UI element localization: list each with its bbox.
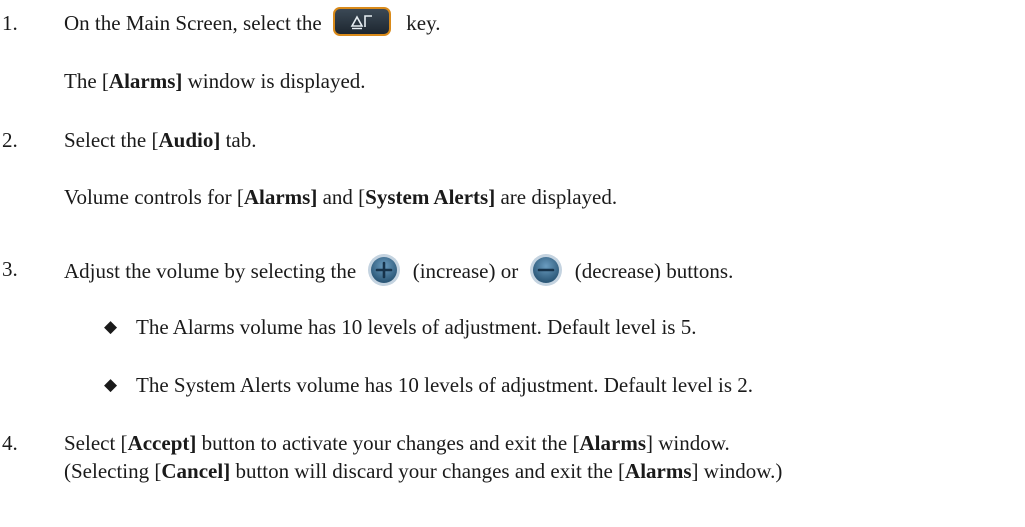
accept-button-label: Accept] (127, 431, 197, 455)
step-2-number: 2. (2, 128, 18, 152)
system-alerts-label: System Alerts] (365, 185, 496, 209)
bullet-system-alerts-volume: The System Alerts volume has 10 levels o… (136, 373, 754, 397)
step-3-number: 3. (2, 257, 18, 281)
bullet-alarms-volume: The Alarms volume has 10 levels of adjus… (136, 315, 697, 339)
step-2-result: Volume controls for [Alarms] and [System… (64, 185, 618, 209)
step-2-text: Select the [Audio] tab. (64, 128, 257, 152)
step-4-line-1: Select [Accept] button to activate your … (64, 431, 730, 455)
alarms-label: Alarms] (243, 185, 318, 209)
bullet-diamond-icon: ◆ (104, 317, 118, 336)
step-1-after-icon: key. (406, 11, 441, 35)
cancel-button-label: Cancel] (161, 459, 231, 483)
step-3-text: Adjust the volume by selecting the (incr… (64, 253, 733, 290)
step-1-number: 1. (2, 11, 18, 35)
audio-tab-label: Audio] (158, 128, 221, 152)
alarm-settings-key-icon (333, 6, 391, 36)
plus-circle-icon (367, 253, 401, 287)
step-4-number: 4. (2, 431, 18, 455)
minus-circle-icon (529, 253, 563, 287)
bullet-diamond-icon: ◆ (104, 375, 118, 394)
step-1-text: On the Main Screen, select the key. (64, 6, 441, 40)
step-4-line-2: (Selecting [Cancel] button will discard … (64, 459, 783, 483)
step-1-before-icon: On the Main Screen, select the (64, 11, 322, 35)
alarms-window-label: Alarms] (108, 69, 183, 93)
step-1-result: The [Alarms] window is displayed. (64, 69, 366, 93)
